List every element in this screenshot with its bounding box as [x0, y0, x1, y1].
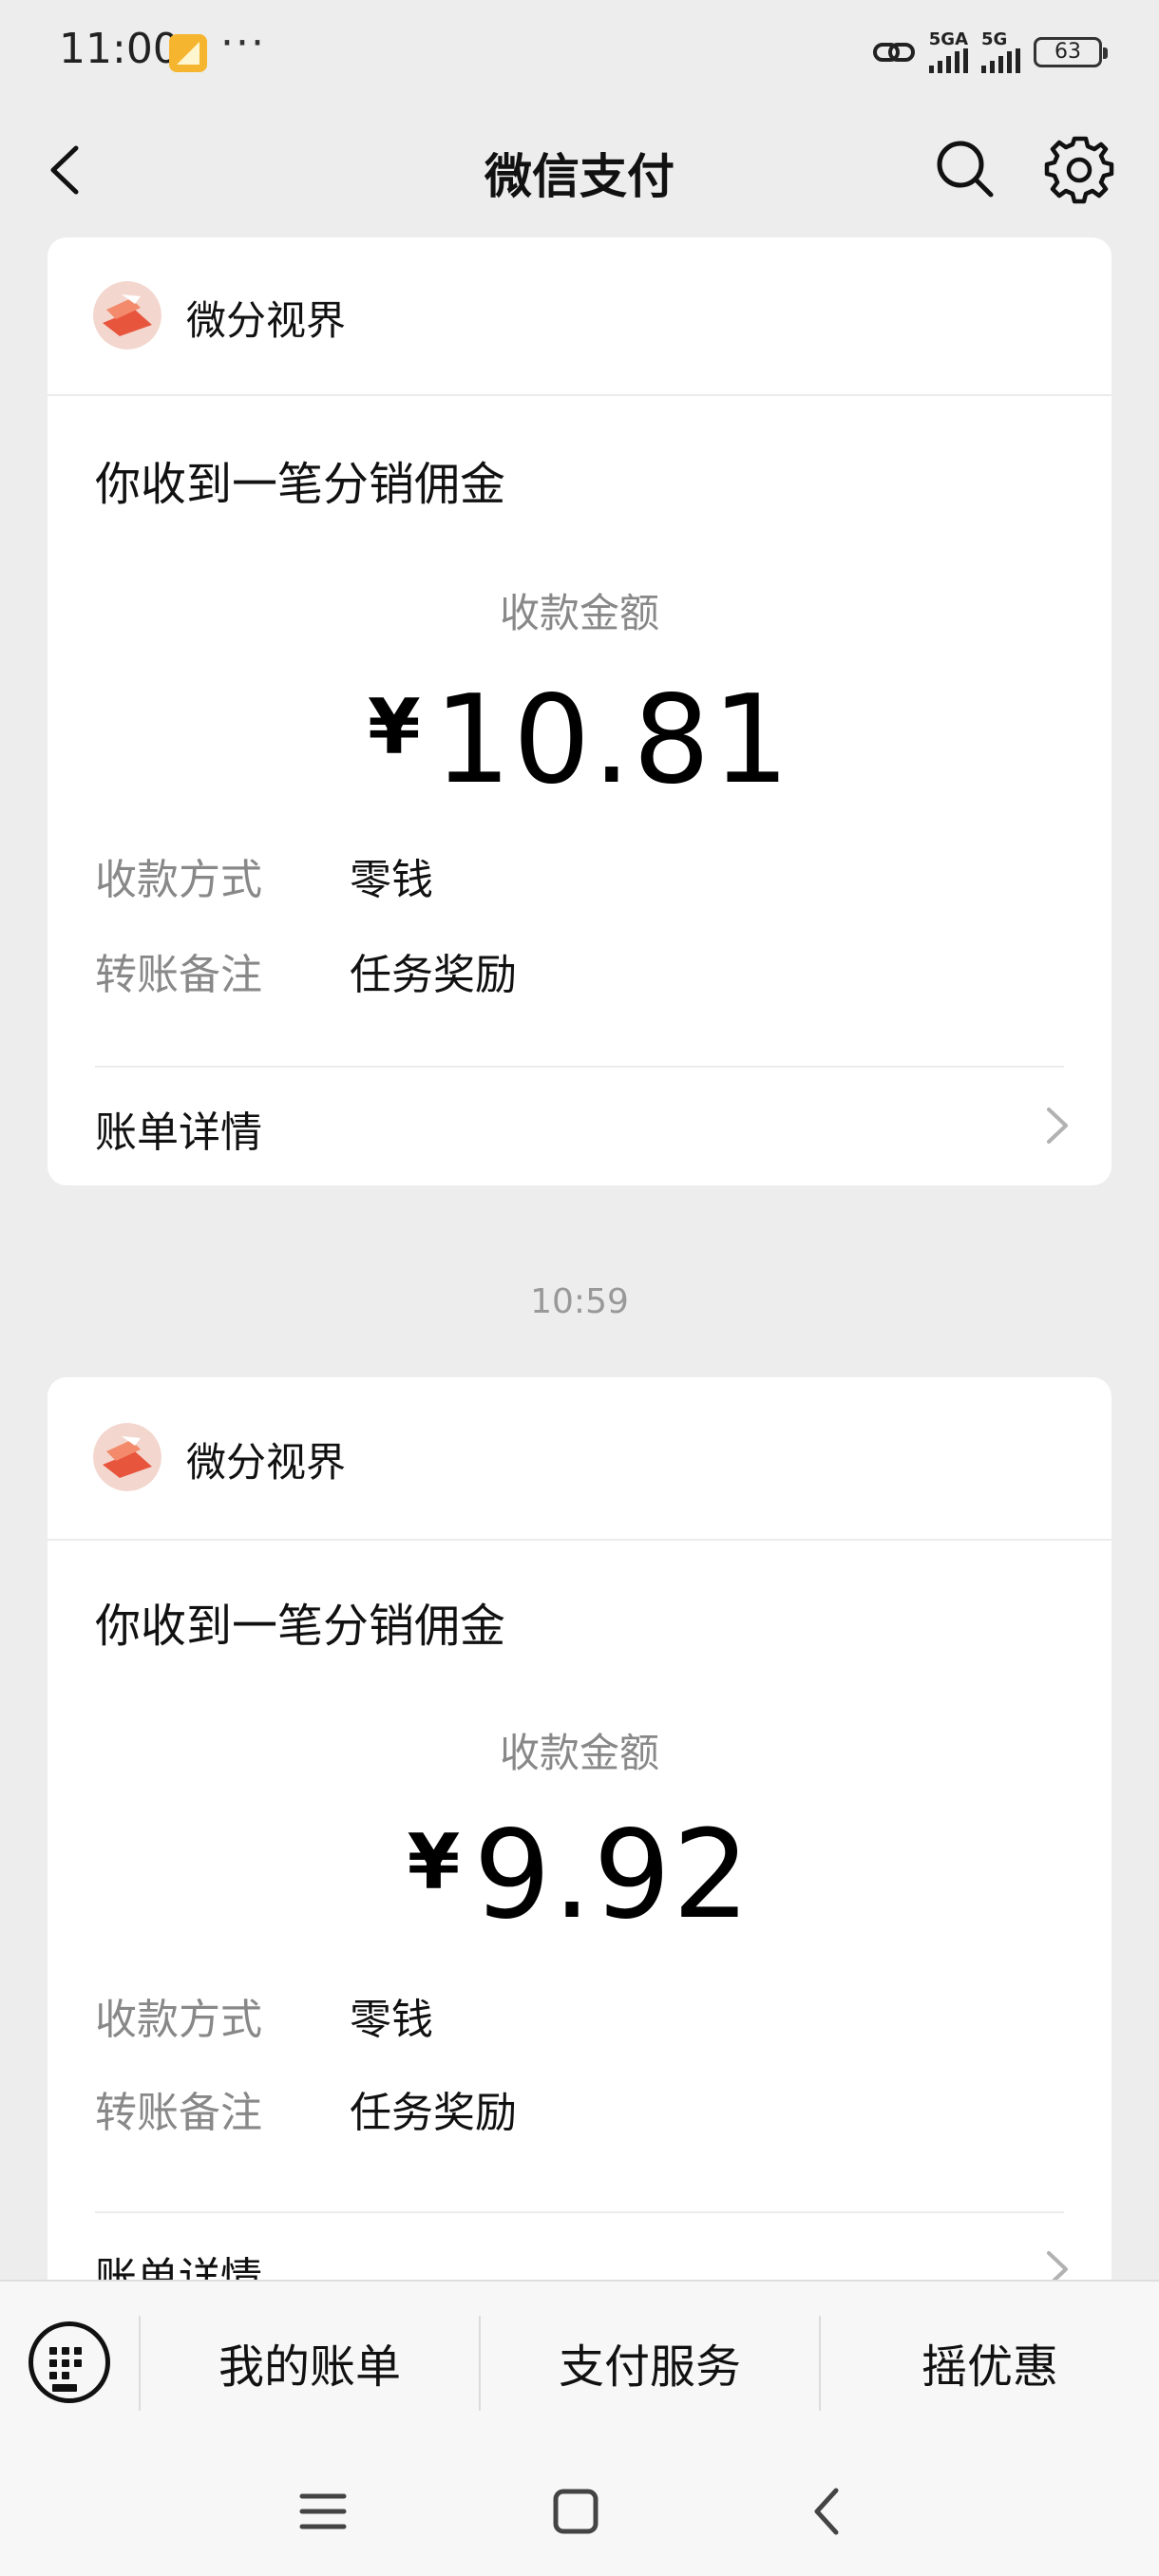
- divider: [95, 1066, 1064, 1068]
- signal-strength-2: 5G: [981, 31, 1020, 73]
- bottom-menu-bar: 我的账单 支付服务 摇优惠: [0, 2280, 1159, 2443]
- transfer-note-value: 任务奖励: [350, 2089, 517, 2137]
- transfer-note-label: 转账备注: [95, 951, 262, 999]
- amount-display: ¥9.92: [48, 1805, 1112, 1946]
- merchant-avatar: [93, 1423, 162, 1491]
- more-notifications-indicator: ···: [220, 19, 266, 67]
- payment-notification-card-2: 微分视界 你收到一笔分销佣金 收款金额 ¥9.92 收款方式 零钱 转账备注 任…: [48, 1377, 1112, 2327]
- divider: [95, 2211, 1064, 2213]
- search-icon[interactable]: [931, 135, 998, 201]
- signal-2-label: 5G: [981, 29, 1008, 49]
- card-title: 你收到一笔分销佣金: [95, 458, 506, 511]
- payment-method-label: 收款方式: [95, 856, 262, 904]
- home-square-icon[interactable]: [547, 2483, 604, 2540]
- message-timestamp: 10:59: [530, 1282, 629, 1321]
- battery-indicator: 63: [1034, 37, 1108, 67]
- merchant-name: 微分视界: [186, 1439, 347, 1486]
- amount-display: ¥10.81: [48, 670, 1112, 811]
- chevron-right-icon[interactable]: [1043, 1104, 1072, 1147]
- currency-symbol: ¥: [367, 683, 421, 771]
- signal-1-label: 5GA: [928, 29, 968, 49]
- bill-details-link[interactable]: 账单详情: [95, 1098, 262, 1159]
- card-title: 你收到一笔分销佣金: [95, 1600, 506, 1653]
- menu-item-my-bills[interactable]: 我的账单: [141, 2282, 479, 2443]
- payment-method-label: 收款方式: [95, 1996, 262, 2044]
- notification-app-icon: [169, 34, 207, 72]
- card-header: 微分视界: [48, 237, 1112, 396]
- currency-symbol: ¥: [407, 1818, 461, 1906]
- navigation-bar: 微信支付: [0, 104, 1159, 237]
- menu-lines-icon[interactable]: [294, 2483, 352, 2540]
- status-time: 11:00: [59, 25, 180, 73]
- merchant-avatar: [93, 281, 162, 350]
- status-bar: 11:00 ··· 5GA 5G 63: [0, 0, 1159, 104]
- merchant-name: 微分视界: [186, 297, 347, 344]
- transfer-note-value: 任务奖励: [350, 951, 517, 999]
- payment-method-value: 零钱: [350, 856, 433, 904]
- keyboard-icon[interactable]: [28, 2321, 110, 2403]
- back-arrow-icon[interactable]: [38, 137, 95, 203]
- transfer-note-label: 转账备注: [95, 2089, 262, 2137]
- card-header: 微分视界: [48, 1377, 1112, 1541]
- menu-item-shake-deals[interactable]: 摇优惠: [821, 2282, 1159, 2443]
- amount-value: 9.92: [473, 1805, 752, 1946]
- menu-item-payment-services[interactable]: 支付服务: [481, 2282, 819, 2443]
- gear-icon[interactable]: [1043, 133, 1115, 205]
- payment-method-value: 零钱: [350, 1996, 433, 2044]
- amount-label: 收款金额: [499, 590, 659, 636]
- status-indicators: 5GA 5G 63: [872, 28, 1108, 76]
- signal-strength-1: 5GA: [928, 29, 968, 73]
- payment-notification-card-1: 微分视界 你收到一笔分销佣金 收款金额 ¥10.81 收款方式 零钱 转账备注 …: [48, 237, 1112, 1185]
- system-back-icon[interactable]: [800, 2483, 857, 2540]
- amount-label: 收款金额: [499, 1730, 659, 1776]
- amount-value: 10.81: [433, 670, 792, 811]
- system-navigation-bar: [0, 2441, 1159, 2576]
- link-icon: [872, 43, 915, 62]
